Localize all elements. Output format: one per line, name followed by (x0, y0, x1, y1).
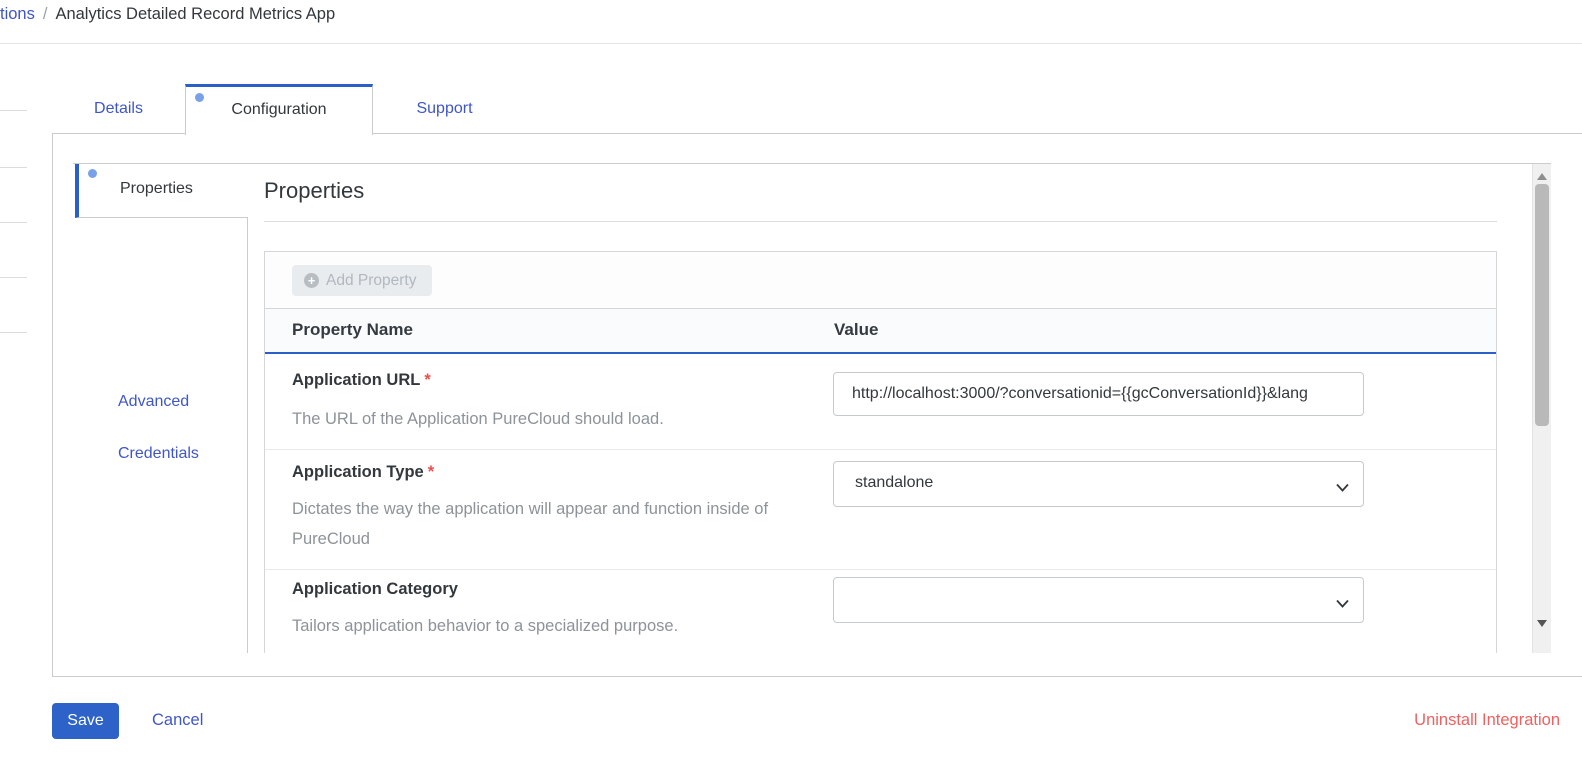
table-toolbar: + Add Property (265, 252, 1496, 309)
application-category-select[interactable] (833, 577, 1364, 623)
add-property-label: Add Property (326, 271, 417, 289)
subnav-divider (247, 218, 248, 653)
scrollbar-thumb[interactable] (1535, 184, 1549, 426)
column-header-property-name: Property Name (292, 320, 413, 339)
property-name-application-type: Application Type (292, 463, 424, 481)
page-title: Properties (264, 178, 365, 203)
property-name-application-category: Application Category (292, 580, 458, 598)
circle-plus-icon: + (304, 273, 319, 288)
breadcrumb-parent-link[interactable]: tions (0, 5, 35, 23)
save-button[interactable]: Save (52, 703, 119, 739)
unsaved-changes-dot-icon (195, 93, 204, 102)
uninstall-integration-link[interactable]: Uninstall Integration (1414, 711, 1560, 730)
subnav-item-properties[interactable]: Properties (75, 164, 248, 218)
required-asterisk: * (424, 371, 431, 389)
breadcrumb-current: Analytics Detailed Record Metrics App (55, 5, 336, 23)
tab-configuration[interactable]: Configuration (185, 84, 373, 135)
unsaved-changes-dot-icon (88, 169, 97, 178)
subnav-properties-label: Properties (120, 180, 193, 197)
edge-divider (0, 277, 27, 278)
breadcrumb-separator: / (42, 5, 48, 23)
tab-configuration-label: Configuration (231, 101, 327, 118)
property-name-application-url: Application URL (292, 371, 421, 389)
tab-details[interactable]: Details (52, 84, 185, 133)
column-header-value: Value (834, 320, 879, 339)
property-description: Dictates the way the application will ap… (292, 500, 769, 548)
subnav-item-credentials[interactable]: Credentials (118, 445, 199, 463)
application-type-select[interactable]: standalone (833, 461, 1364, 507)
vertical-scrollbar[interactable] (1532, 164, 1551, 653)
configuration-scroll-area: Properties Advanced Credentials Properti… (73, 163, 1551, 653)
edge-divider (0, 222, 27, 223)
properties-table: + Add Property Property Name Value Appli… (264, 251, 1497, 653)
cancel-link[interactable]: Cancel (152, 711, 203, 730)
table-row: Application URL * The URL of the Applicat… (265, 354, 1496, 449)
chevron-down-icon (1336, 595, 1349, 613)
table-row: Application Type * Dictates the way the a… (265, 449, 1496, 569)
edge-divider (0, 332, 27, 333)
table-header-row: Property Name Value (265, 309, 1496, 354)
application-type-selected-value: standalone (855, 474, 934, 491)
subnav-item-advanced[interactable]: Advanced (118, 393, 189, 411)
property-description: The URL of the Application PureCloud sho… (292, 410, 664, 428)
breadcrumb: tions / Analytics Detailed Record Metrics … (0, 0, 1582, 44)
heading-divider (264, 221, 1497, 222)
edge-divider (0, 110, 27, 111)
scroll-up-arrow-icon[interactable] (1537, 173, 1547, 180)
table-row: Application Category Tailors application… (265, 569, 1496, 653)
scroll-down-arrow-icon[interactable] (1537, 620, 1547, 627)
edge-divider (0, 167, 27, 168)
add-property-button[interactable]: + Add Property (292, 265, 433, 296)
chevron-down-icon (1336, 479, 1349, 497)
integration-configuration-page: tions / Analytics Detailed Record Metrics … (0, 0, 1582, 768)
application-url-input[interactable] (833, 372, 1364, 416)
tab-support[interactable]: Support (373, 84, 516, 133)
property-description: Tailors application behavior to a specia… (292, 617, 679, 635)
required-asterisk: * (427, 463, 435, 481)
